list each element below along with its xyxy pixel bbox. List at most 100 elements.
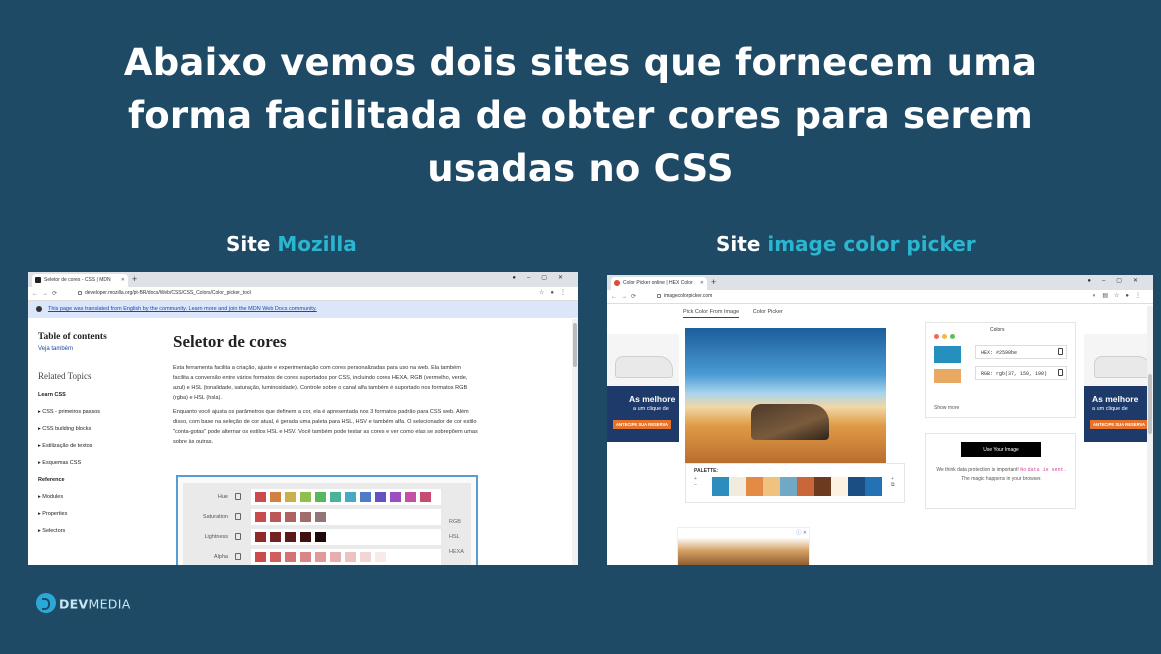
scrollbar-thumb[interactable] (573, 323, 577, 367)
color-swatch[interactable] (345, 492, 356, 502)
sidebar-item[interactable]: ▸ Estilização de textos (38, 443, 158, 449)
nav-buttons[interactable]: ←→⟳ (611, 293, 640, 300)
sidebar-item[interactable]: ▸ Properties (38, 511, 158, 517)
color-swatch[interactable] (360, 492, 371, 502)
color-swatch[interactable] (285, 512, 296, 522)
color-swatch[interactable] (300, 512, 311, 522)
color-swatch[interactable] (315, 512, 326, 522)
tab-pick-from-image[interactable]: Pick Color From Image (683, 309, 740, 318)
browser-tab[interactable]: Color Picker online | HEX Color ✕ (611, 277, 707, 290)
toc-link[interactable]: Veja também (38, 346, 158, 352)
ad-close-icon[interactable]: ⓘ ✕ (796, 529, 807, 536)
color-swatch[interactable] (255, 552, 266, 562)
palette-swatch[interactable] (797, 477, 814, 496)
palette-swatch[interactable] (729, 477, 746, 496)
mdn-sidebar: Table of contents Veja também Related To… (28, 319, 158, 565)
palette-swatch[interactable] (865, 477, 882, 496)
color-swatch[interactable] (390, 492, 401, 502)
color-swatch[interactable] (375, 552, 386, 562)
palette-copy-icon[interactable]: + ⧉ (891, 476, 895, 488)
copy-icon[interactable] (1058, 348, 1063, 355)
second-color-swatch[interactable] (934, 369, 961, 383)
lock-icon[interactable] (235, 513, 241, 520)
sidebar-item[interactable]: ▸ CSS building blocks (38, 426, 158, 432)
color-swatch[interactable] (255, 512, 266, 522)
use-your-image-button[interactable]: Use Your Image (961, 442, 1041, 457)
color-swatch[interactable] (330, 492, 341, 502)
new-tab-icon[interactable]: + (132, 274, 137, 284)
color-swatch[interactable] (375, 492, 386, 502)
translation-banner[interactable]: This page was translated from English by… (28, 301, 578, 318)
format-tag: HEXA (449, 549, 464, 555)
address-bar: ←→⟳ imagecolorpicker.com ◐▤☆●⋮ (607, 290, 1153, 304)
color-swatch[interactable] (285, 532, 296, 542)
address-bar: ←→⟳ developer.mozilla.org/pt-BR/docs/Web… (28, 287, 578, 301)
ad-banner-bottom[interactable]: ⓘ ✕ (677, 527, 810, 565)
lock-icon[interactable] (235, 533, 241, 540)
browser-extensions[interactable]: ◐▤☆●⋮ (1093, 292, 1147, 299)
scrollbar-thumb[interactable] (1148, 374, 1152, 434)
close-tab-icon[interactable]: ✕ (700, 280, 704, 286)
color-swatch[interactable] (255, 492, 266, 502)
url-field[interactable]: imagecolorpicker.com (657, 293, 712, 299)
sidebar-item[interactable]: ▸ Esquemas CSS (38, 460, 158, 466)
palette-swatch[interactable] (831, 477, 848, 496)
rgb-value-field[interactable]: RGB: rgb(37, 150, 190) (975, 366, 1067, 380)
scrollbar[interactable] (572, 319, 578, 565)
palette-swatch[interactable] (763, 477, 780, 496)
color-swatch[interactable] (360, 552, 371, 562)
ad-banner-left[interactable]: As melhore a um clique de ANTECIPE SUA R… (607, 334, 679, 442)
color-swatch[interactable] (300, 532, 311, 542)
main-color-swatch[interactable] (934, 346, 961, 363)
color-swatch[interactable] (285, 492, 296, 502)
color-picker-widget[interactable]: Hue Saturation Lightness Alpha RGB HSL HEXA (176, 475, 478, 565)
color-swatch[interactable] (255, 532, 266, 542)
url-field[interactable]: developer.mozilla.org/pt-BR/docs/Web/CSS… (78, 290, 251, 296)
palette-add-icon[interactable]: + – (694, 476, 697, 488)
browser-extensions[interactable]: ☆●⋮ (539, 289, 572, 296)
hex-value-field[interactable]: HEX: #2590be (975, 345, 1067, 359)
color-swatch[interactable] (345, 552, 356, 562)
palette-swatch[interactable] (780, 477, 797, 496)
palette-swatch[interactable] (712, 477, 729, 496)
color-swatch[interactable] (300, 552, 311, 562)
ad-cta-button[interactable]: ANTECIPE SUA RESERVA (1090, 420, 1149, 429)
ad-cta-button[interactable]: ANTECIPE SUA RESERVA (613, 420, 672, 429)
scrollbar[interactable] (1147, 306, 1153, 565)
new-tab-icon[interactable]: + (711, 277, 716, 287)
lock-icon[interactable] (235, 493, 241, 500)
color-swatch[interactable] (315, 532, 326, 542)
color-swatch[interactable] (270, 532, 281, 542)
browser-tab[interactable]: Seletor de cores - CSS | MDN ✕ (32, 274, 128, 287)
sidebar-item[interactable]: ▸ Selectors (38, 528, 158, 534)
color-swatch[interactable] (285, 552, 296, 562)
nav-buttons[interactable]: ←→⟳ (32, 290, 61, 297)
ad-banner-right[interactable]: As melhore a um clique de ANTECIPE SUA R… (1084, 334, 1153, 442)
color-swatch[interactable] (330, 552, 341, 562)
palette-swatch[interactable] (746, 477, 763, 496)
color-swatch[interactable] (405, 492, 416, 502)
sidebar-item[interactable]: ▸ Modules (38, 494, 158, 500)
note-text: We think data protection is important! (936, 467, 1019, 473)
color-swatch[interactable] (270, 492, 281, 502)
close-tab-icon[interactable]: ✕ (121, 277, 125, 283)
window-controls[interactable]: ●–▢✕ (512, 274, 574, 281)
palette-swatch[interactable] (848, 477, 865, 496)
color-swatch[interactable] (270, 512, 281, 522)
color-swatch[interactable] (315, 552, 326, 562)
tab-title: Seletor de cores - CSS | MDN (44, 277, 111, 283)
tab-color-picker[interactable]: Color Picker (753, 309, 783, 315)
color-swatch[interactable] (300, 492, 311, 502)
show-more-link[interactable]: Show more (934, 405, 959, 411)
uploaded-photo[interactable] (685, 328, 886, 464)
copy-icon[interactable] (1058, 369, 1063, 376)
color-swatch[interactable] (315, 492, 326, 502)
palette-swatch[interactable] (814, 477, 831, 496)
lock-icon[interactable] (235, 553, 241, 560)
sidebar-item[interactable]: Reference (38, 477, 158, 483)
color-swatch[interactable] (270, 552, 281, 562)
sidebar-item[interactable]: ▸ CSS - primeiros passos (38, 409, 158, 415)
color-swatch[interactable] (420, 492, 431, 502)
window-controls[interactable]: ●–▢✕ (1087, 277, 1149, 284)
sidebar-item[interactable]: Learn CSS (38, 392, 158, 398)
